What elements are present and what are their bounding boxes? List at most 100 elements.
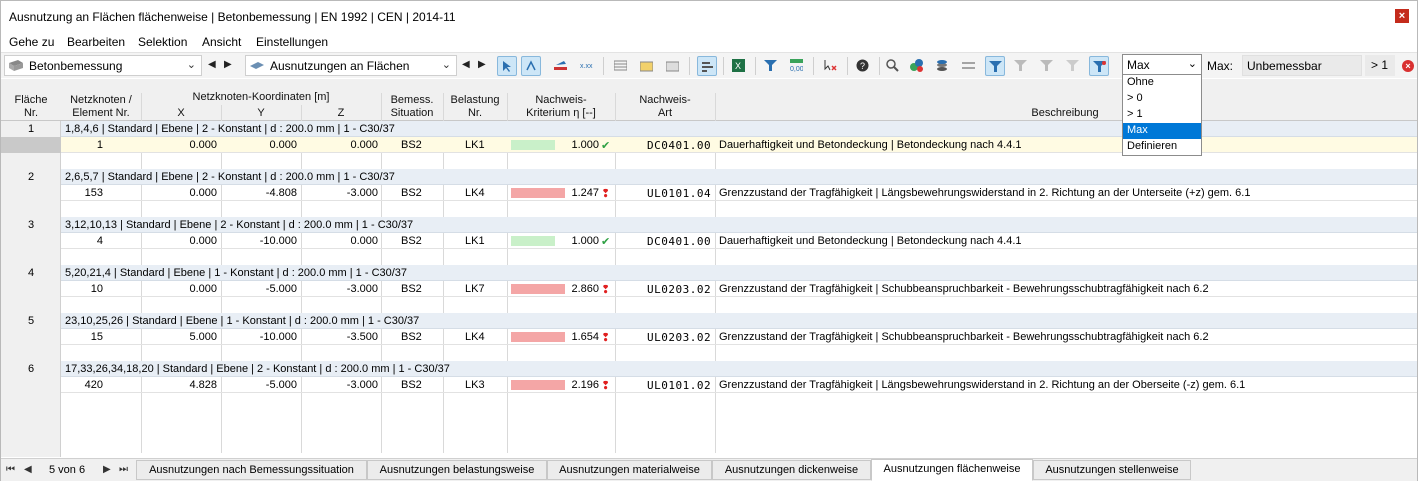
header-art: Nachweis- Art	[615, 94, 715, 120]
ratio-value: 2.860	[571, 283, 599, 295]
dropdown-option-definieren[interactable]: Definieren	[1123, 139, 1201, 155]
next-view-icon[interactable]: ▶	[478, 59, 486, 70]
coord-x: 4.828	[189, 379, 217, 391]
dropdown-option-ohne[interactable]: Ohne	[1123, 75, 1201, 91]
surface-description: 2,6,5,7 | Standard | Ebene | 2 - Konstan…	[61, 169, 1417, 185]
ratio-value: 1.000	[571, 235, 599, 247]
header-netzknoten-line1: Netzknoten /	[70, 94, 132, 106]
excel-icon[interactable]: X	[729, 56, 749, 76]
menu-selektion[interactable]: Selektion	[138, 35, 187, 49]
surface-number: 4	[27, 267, 35, 279]
dropdown-option-gt0[interactable]: > 0	[1123, 91, 1201, 107]
prev-page-icon[interactable]: ◀	[24, 464, 32, 475]
decimal-zero-icon[interactable]: 0,00	[787, 56, 807, 76]
table-header: Fläche Nr. Netzknoten / Element Nr. Netz…	[1, 79, 1417, 121]
table-row[interactable]: 1 1,8,4,6 | Standard | Ebene | 2 - Konsta…	[1, 121, 1417, 153]
surface-description: 23,10,25,26 | Standard | Ebene | 1 - Kon…	[61, 313, 1417, 329]
select-icon[interactable]	[497, 56, 517, 76]
load-case: LK1	[465, 235, 485, 247]
result-line[interactable]: 153 0.000 -4.808 -3.000 BS2 LK4 1.247 ❢ UL0101.0…	[61, 185, 1417, 201]
description: Dauerhaftigkeit und Betondeckung | Beton…	[719, 139, 1022, 151]
module-icon	[9, 60, 23, 71]
dropdown-option-max[interactable]: Max	[1123, 123, 1201, 139]
tab-stellenweise[interactable]: Ausnutzungen stellenweise	[1033, 460, 1191, 480]
header-belastung: Belastung Nr.	[443, 94, 507, 120]
table-row[interactable]: 4 5,20,21,4 | Standard | Ebene | 1 - Kons…	[1, 265, 1417, 297]
result-line[interactable]: 1 0.000 0.000 0.000 BS2 LK1 1.000 ✔ DC0401.00 Dau…	[61, 137, 1417, 153]
filter-active-icon[interactable]	[985, 56, 1005, 76]
design-situation: BS2	[401, 283, 422, 295]
svg-text:0,00: 0,00	[790, 66, 803, 72]
next-page-icon[interactable]: ▶	[103, 464, 111, 475]
module-combo[interactable]: Betonbemessung ⌄	[4, 55, 202, 76]
tab-bemessungssituation[interactable]: Ausnutzungen nach Bemessungssituation	[136, 460, 367, 480]
bar-chart-icon[interactable]	[697, 56, 717, 76]
chevron-down-icon: ⌄	[186, 59, 196, 71]
info-icon[interactable]	[907, 56, 927, 76]
lines-icon[interactable]	[959, 56, 979, 76]
header-bemess-line2: Situation	[390, 107, 434, 119]
gt1-indicator[interactable]: > 1	[1365, 55, 1395, 76]
next-module-icon[interactable]: ▶	[224, 59, 232, 70]
tab-flaechenweise[interactable]: Ausnutzungen flächenweise	[871, 459, 1033, 481]
tab-bar: ⏮ ◀ 5 von 6 ▶ ⏭ Ausnutzungen nach Bemess…	[1, 458, 1417, 481]
header-z: Z	[337, 107, 345, 119]
prev-module-icon[interactable]: ◀	[208, 59, 216, 70]
dropdown-option-gt1[interactable]: > 1	[1123, 107, 1201, 123]
table-edit-icon[interactable]	[637, 56, 657, 76]
element-number: 15	[90, 331, 103, 343]
row-selector[interactable]	[1, 137, 61, 153]
help-icon[interactable]: ?	[853, 56, 873, 76]
menu-einstellungen[interactable]: Einstellungen	[256, 35, 328, 49]
coord-z: 0.000	[350, 235, 378, 247]
table-icon[interactable]	[611, 56, 631, 76]
ratio-value: 1.654	[571, 331, 599, 343]
filter-dropdown[interactable]: Max ⌄ Ohne > 0 > 1 Max Definieren	[1122, 54, 1202, 156]
header-flaeche-line1: Fläche	[14, 94, 48, 106]
view-combo-value: Ausnutzungen an Flächen	[270, 59, 410, 73]
close-icon[interactable]: ×	[1395, 9, 1409, 23]
result-line[interactable]: 420 4.828 -5.000 -3.000 BS2 LK3 2.196 ❢ UL0101.0…	[61, 377, 1417, 393]
tab-materialweise[interactable]: Ausnutzungen materialweise	[547, 460, 712, 480]
table-export-icon[interactable]	[663, 56, 683, 76]
filter-combo-value: Max	[1127, 58, 1150, 72]
toolbar-separator	[755, 57, 756, 75]
coord-y: -4.808	[265, 187, 297, 199]
menu-gehe-zu[interactable]: Gehe zu	[9, 35, 54, 49]
table-row[interactable]: 3 3,12,10,13 | Standard | Ebene | 2 - Kon…	[1, 217, 1417, 249]
view-combo[interactable]: Ausnutzungen an Flächen ⌄	[245, 55, 457, 76]
check-type: UL0203.02	[647, 331, 712, 344]
tab-dickenweise[interactable]: Ausnutzungen dickenweise	[712, 460, 871, 480]
search-icon[interactable]	[883, 56, 903, 76]
first-page-icon[interactable]: ⏮	[6, 464, 15, 475]
filter-combo[interactable]: Max ⌄	[1123, 55, 1201, 75]
result-line[interactable]: 4 0.000 -10.000 0.000 BS2 LK1 1.000 ✔ DC0401.00 D…	[61, 233, 1417, 249]
filter-gray-icon[interactable]	[1037, 56, 1057, 76]
surface-number: 6	[27, 363, 35, 375]
menu-bearbeiten[interactable]: Bearbeiten	[67, 35, 125, 49]
menu-ansicht[interactable]: Ansicht	[202, 35, 241, 49]
result-line[interactable]: 15 5.000 -10.000 -3.500 BS2 LK4 1.654 ❢ UL0203.0…	[61, 329, 1417, 345]
colorbar-icon[interactable]	[551, 56, 571, 76]
jump-icon[interactable]	[521, 56, 541, 76]
decimal-icon[interactable]: x.xx	[577, 56, 597, 76]
surface-number: 2	[27, 171, 35, 183]
window-title: Ausnutzung an Flächen flächenweise | Bet…	[9, 10, 456, 24]
header-kriterium-line1: Nachweis-	[535, 94, 587, 106]
table-row[interactable]: 6 17,33,26,34,18,20 | Standard | Ebene | …	[1, 361, 1417, 393]
table-row[interactable]: 5 23,10,25,26 | Standard | Ebene | 1 - Ko…	[1, 313, 1417, 345]
result-line[interactable]: 10 0.000 -5.000 -3.000 BS2 LK7 2.860 ❢ UL0203.02…	[61, 281, 1417, 297]
svg-text:?: ?	[860, 61, 865, 71]
filter-icon[interactable]	[761, 56, 781, 76]
filter-outline-icon[interactable]	[1011, 56, 1031, 76]
pick-icon[interactable]	[821, 56, 841, 76]
tab-belastungsweise[interactable]: Ausnutzungen belastungsweise	[367, 460, 547, 480]
filter-max-icon[interactable]	[1089, 56, 1109, 76]
prev-view-icon[interactable]: ◀	[462, 59, 470, 70]
table-row[interactable]: 2 2,6,5,7 | Standard | Ebene | 2 - Konsta…	[1, 169, 1417, 201]
coins-icon[interactable]	[933, 56, 953, 76]
last-page-icon[interactable]: ⏭	[119, 464, 128, 475]
clear-filter-icon[interactable]: ×	[1402, 60, 1414, 72]
filter-light-icon[interactable]	[1063, 56, 1083, 76]
header-art-line2: Art	[657, 107, 673, 119]
